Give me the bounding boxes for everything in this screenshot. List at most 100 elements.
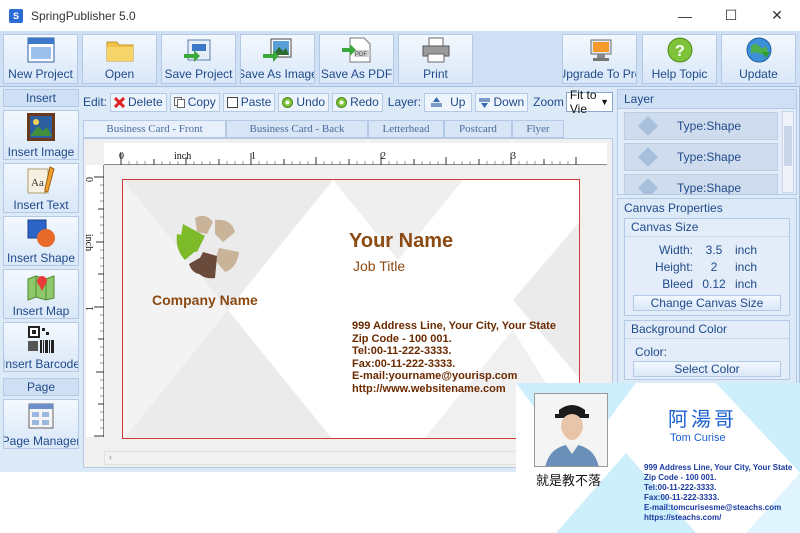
arrow-up-icon [431,96,443,108]
undo-icon [282,96,294,108]
width-label: Width: [658,242,693,257]
layer-label: Layer: [387,95,422,109]
save-project-icon [183,36,214,64]
app-logo-icon: S [9,8,23,23]
close-button[interactable]: ✕ [754,0,800,31]
canvas-properties-title: Canvas Properties [624,201,723,215]
overlay-web-line: https://steachs.com/ [644,513,722,522]
tab-flyer[interactable]: Flyer [512,120,564,138]
bleed-row: Bleed 0.12 inch [625,275,789,292]
copy-button[interactable]: Copy [169,92,220,112]
business-card-front[interactable]: Company Name Your Name Job Title 999 Add… [122,179,580,439]
color-label: Color: [635,345,668,359]
ruler-v-number-0: 0 [85,177,96,182]
undo-button[interactable]: Undo [278,92,330,112]
shape-layer-icon [638,147,658,167]
change-canvas-size-button[interactable]: Change Canvas Size [633,295,781,311]
height-unit: inch [735,259,758,274]
map-icon [26,271,56,301]
image-icon [26,112,56,142]
person-photo-icon [535,394,607,466]
insert-image-button[interactable]: Insert Image [3,110,79,160]
ruler-h-number-0: 0 [119,151,124,162]
tab-business-card-back[interactable]: Business Card - Back [226,120,368,138]
print-button[interactable]: Print [398,34,473,84]
job-title-text[interactable]: Job Title [353,258,405,274]
canvas-size-title: Canvas Size [625,219,789,237]
main-toolbar: New Project Open Save Project Save As Im… [0,31,800,87]
ruler-v-number-1: 1 [85,306,96,311]
layer-item[interactable]: Type:Shape [624,143,778,171]
ruler-v-unit: inch [83,233,95,252]
upgrade-to-pro-button[interactable]: Upgrade To Pro [562,34,637,84]
svg-text:?: ? [675,43,685,60]
delete-button[interactable]: Delete [110,92,167,112]
chevron-down-icon: ▼ [600,97,609,107]
layer-down-button[interactable]: Down [475,92,529,112]
page-section-header: Page [3,378,79,396]
horizontal-ruler: 0 inch 1 2 3 [104,143,607,165]
maximize-button[interactable]: ☐ [708,0,754,31]
address-line: 999 Address Line, Your City, Your State [352,320,556,332]
insert-text-button[interactable]: Aa Insert Text [3,163,79,213]
english-name: Tom Curise [670,432,726,444]
layer-list: Type:Shape Type:Shape Type:Shape [617,109,797,195]
chinese-name: 阿湯哥 [668,407,737,431]
new-project-button[interactable]: New Project [3,34,78,84]
your-name-text[interactable]: Your Name [349,230,453,253]
layer-item[interactable]: Type:Shape [624,174,778,194]
page-manager-button[interactable]: Page Manager [3,399,79,449]
select-color-button[interactable]: Select Color [633,361,781,377]
update-button[interactable]: Update [721,34,796,84]
tab-business-card-front[interactable]: Business Card - Front [83,120,226,138]
redo-icon [336,96,348,108]
fax-line: Fax:00-11-222-3333. [352,357,456,370]
help-topic-button[interactable]: ? Help Topic [642,34,717,84]
layer-item[interactable]: Type:Shape [624,112,778,140]
tab-postcard[interactable]: Postcard [444,120,512,138]
copy-icon [173,96,185,108]
profile-photo [534,393,608,467]
ruler-h-number-3: 3 [511,151,516,162]
ruler-h-number-2: 2 [381,151,386,162]
scroll-left-icon: ‹ [109,452,112,462]
tab-letterhead[interactable]: Letterhead [368,120,444,138]
globe-update-icon [744,36,774,64]
overlay-tel-line: Tel:00-11-222-3333. [644,483,717,492]
height-row: Height: 2 inch [625,258,789,275]
open-button[interactable]: Open [82,34,157,84]
insert-map-button[interactable]: Insert Map [3,269,79,319]
save-project-button[interactable]: Save Project [161,34,236,84]
canvas-properties-group: Canvas Properties Canvas Size Width: 3.5… [617,198,797,385]
insert-barcode-button[interactable]: Insert Barcode [3,322,79,372]
window-title: SpringPublisher 5.0 [31,8,136,23]
printer-icon [421,36,451,64]
zip-line: Zip Code - 100 001. [352,332,452,345]
paste-icon [226,96,238,108]
paste-button[interactable]: Paste [222,92,276,112]
layer-up-button[interactable]: Up [424,92,473,112]
left-panel: Insert Insert Image Aa Insert Text Inser… [3,89,79,469]
company-name[interactable]: Company Name [152,292,258,308]
redo-button[interactable]: Redo [332,92,383,112]
help-icon: ? [665,36,695,64]
save-as-pdf-button[interactable]: PDF Save As PDF [319,34,394,84]
ruler-h-number-1: 1 [251,151,256,162]
save-as-image-button[interactable]: Save As Image [240,34,315,84]
shape-layer-icon [638,116,658,136]
edit-label: Edit: [83,95,108,109]
scrollbar-thumb[interactable] [784,126,792,166]
zoom-select[interactable]: Fit to Vie ▼ [565,88,613,116]
minimize-button[interactable]: — [662,0,708,31]
background-color-box: Background Color Color: Select Color [624,320,790,380]
width-value: 3.5 [705,242,723,257]
insert-shape-button[interactable]: Insert Shape [3,216,79,266]
layer-list-scrollbar[interactable] [782,111,794,193]
upgrade-icon [585,36,615,64]
svg-text:PDF: PDF [355,52,367,58]
background-color-title: Background Color [625,321,789,339]
zoom-label: Zoom [533,95,564,109]
slogan-text: 就是教不落 [536,473,602,488]
page-manager-icon [26,401,56,431]
title-bar: S SpringPublisher 5.0 — ☐ ✕ [0,0,800,31]
